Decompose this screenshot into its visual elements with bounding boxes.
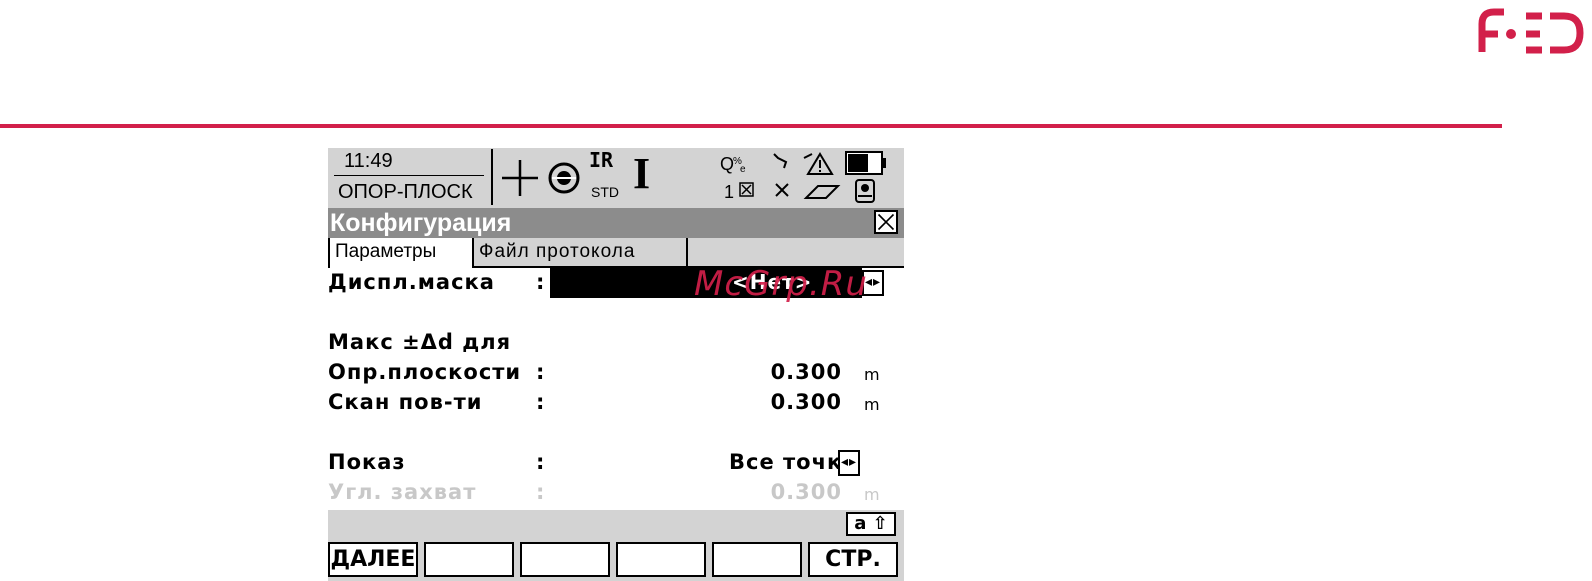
link-icon [773, 153, 789, 197]
field-angle-capture: Угл. захват : 0.300 m [328, 478, 904, 508]
window-title-bar: Конфигурация [328, 208, 904, 238]
softkey-f4[interactable] [616, 542, 706, 577]
svg-text:1: 1 [724, 182, 734, 202]
field-group-heading: Макс ±Δd для [328, 328, 904, 358]
instrument-icon [855, 179, 875, 203]
field-colon: : [536, 360, 546, 384]
field-unit: m [864, 485, 881, 504]
window-title: Конфигурация [330, 209, 512, 237]
reflector-type: IR [589, 148, 614, 172]
measure-mode: STD [591, 184, 619, 200]
prism-icon [548, 162, 580, 194]
brand-logo [1478, 8, 1584, 54]
status-bar: 11:49 ОПОР-ПЛОСК IR STD I Q % e 1 [328, 148, 904, 208]
field-label: Диспл.маска [328, 270, 495, 294]
svg-text:e: e [740, 164, 746, 175]
clock: 11:49 [344, 150, 393, 172]
divider [334, 175, 484, 176]
softkey-f3[interactable] [520, 542, 610, 577]
field-show[interactable]: Показ : Все точки ◂▸ [328, 448, 904, 478]
divider [491, 149, 493, 205]
battery-icon [845, 151, 886, 175]
tab-log-file[interactable]: Файл протокола [474, 238, 688, 268]
field-colon: : [536, 390, 546, 414]
input-status-bar: a ⇧ [328, 510, 904, 538]
field-value: 0.300 [770, 480, 842, 504]
field-colon: : [536, 480, 546, 504]
softkey-f2[interactable] [424, 542, 514, 577]
face-indicator: I [633, 149, 651, 198]
close-icon[interactable] [874, 210, 898, 234]
field-colon: : [536, 450, 546, 474]
softkey-f5[interactable] [712, 542, 802, 577]
svg-text:Q: Q [720, 154, 734, 174]
softkey-page[interactable]: СТР. [808, 542, 898, 577]
code-count-icon: 1 [724, 182, 754, 202]
tab-parameters[interactable]: Параметры [328, 238, 474, 268]
instrument-screen: 11:49 ОПОР-ПЛОСК IR STD I Q % e 1 Конфиг… [328, 148, 904, 581]
group-label: Макс ±Δd для [328, 330, 512, 354]
softkey-bar: ДАЛЕЕ СТР. [328, 538, 904, 581]
watermark: McGrp.Ru [694, 264, 868, 304]
code-icon: Q % e [720, 154, 746, 175]
status-icons: Q % e 1 [720, 151, 886, 203]
crosshair-icon [502, 160, 538, 196]
select-arrows-icon[interactable]: ◂▸ [838, 450, 860, 476]
field-plane-definition[interactable]: Опр.плоскости : 0.300 m [328, 358, 904, 388]
field-label: Опр.плоскости [328, 360, 522, 384]
app-name: ОПОР-ПЛОСК [338, 181, 473, 203]
field-value[interactable]: 0.300 [771, 360, 842, 384]
softkey-next[interactable]: ДАЛЕЕ [328, 542, 418, 577]
field-label: Угл. захват [328, 480, 477, 504]
field-unit: m [864, 395, 881, 414]
field-label: Показ [328, 450, 406, 474]
warning-icon [803, 152, 834, 175]
field-label: Скан пов-ти [328, 390, 483, 414]
field-value[interactable]: 0.300 [771, 390, 842, 414]
header-divider [0, 124, 1502, 128]
memory-card-icon [803, 185, 841, 199]
input-mode-indicator: a ⇧ [846, 512, 896, 536]
field-colon: : [536, 270, 546, 294]
field-surface-scan[interactable]: Скан пов-ти : 0.300 m [328, 388, 904, 418]
field-unit: m [864, 365, 881, 384]
